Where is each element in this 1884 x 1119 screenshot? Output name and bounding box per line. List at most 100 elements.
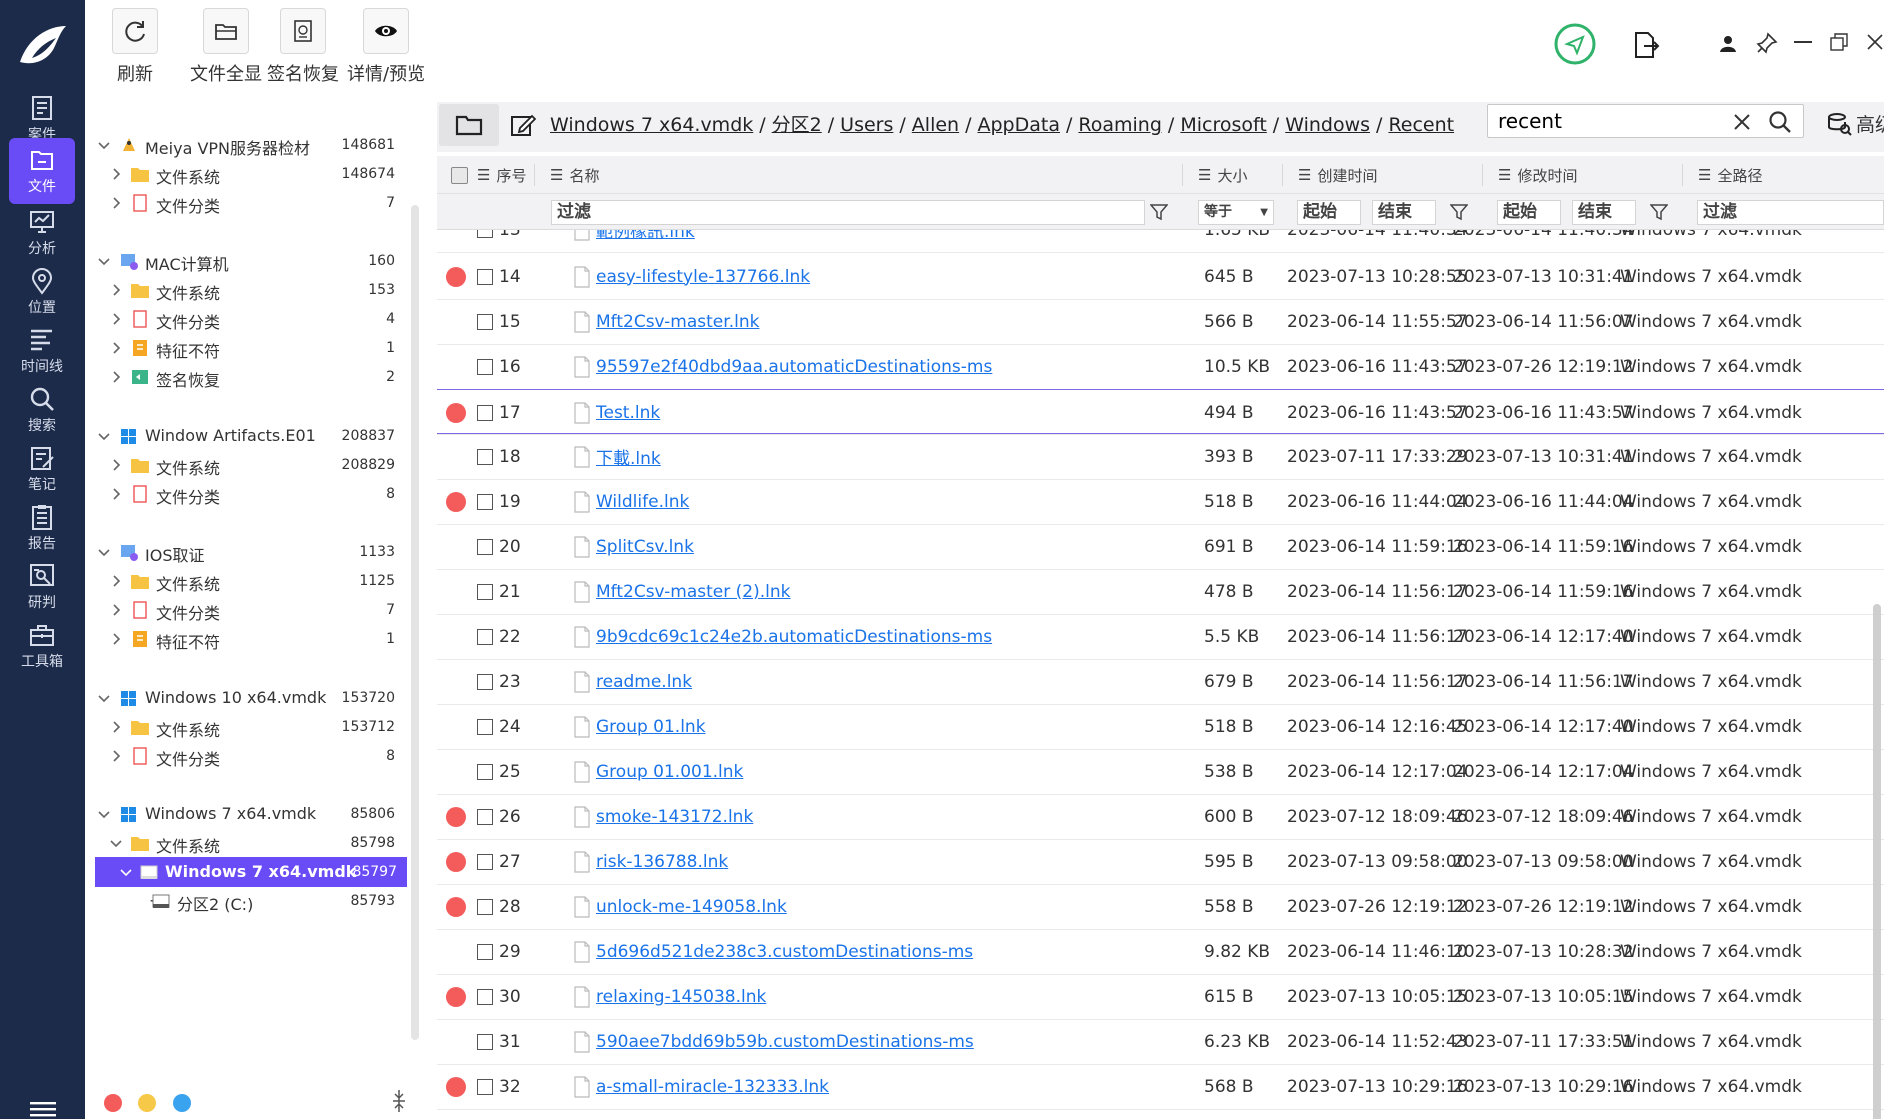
table-row[interactable]: 15 Mft2Csv-master.lnk 566 B 2023-06-14 11:5… bbox=[437, 299, 1884, 344]
minimize-icon[interactable] bbox=[1794, 40, 1812, 44]
file-name-link[interactable]: Group 01.lnk bbox=[596, 704, 706, 749]
tree-node[interactable]: 文件分类 4 bbox=[95, 304, 405, 334]
table-row[interactable]: 25 Group 01.001.lnk 538 B 2023-06-14 12:17:… bbox=[437, 749, 1884, 794]
row-checkbox[interactable] bbox=[477, 629, 493, 645]
tree-node[interactable]: 文件系统 1125 bbox=[95, 566, 405, 596]
table-row[interactable]: 17 Test.lnk 494 B 2023-06-16 11:43:57 2023-0… bbox=[437, 389, 1884, 434]
table-row[interactable]: 23 readme.lnk 679 B 2023-06-14 11:56:17 2023… bbox=[437, 659, 1884, 704]
file-name-link[interactable]: Wildlife.lnk bbox=[596, 479, 689, 524]
detail-preview-button[interactable]: 详情/预览 bbox=[347, 8, 425, 86]
file-name-link[interactable]: Mft2Csv-master.lnk bbox=[596, 299, 759, 344]
chevron-right-icon[interactable] bbox=[109, 283, 123, 297]
nav-item-location[interactable]: 位置 bbox=[9, 259, 75, 325]
tree-node[interactable]: Windows 7 x64.vmdk 85797 bbox=[95, 857, 407, 887]
chevron-down-icon[interactable] bbox=[109, 836, 123, 850]
row-checkbox[interactable] bbox=[477, 539, 493, 555]
row-checkbox[interactable] bbox=[477, 809, 493, 825]
chevron-right-icon[interactable] bbox=[109, 341, 123, 355]
filter-icon[interactable] bbox=[1650, 203, 1668, 221]
table-row[interactable]: 30 relaxing-145038.lnk 615 B 2023-07-13 10:… bbox=[437, 974, 1884, 1019]
row-checkbox[interactable] bbox=[477, 269, 493, 285]
red-tag-icon[interactable] bbox=[446, 807, 466, 827]
file-name-link[interactable]: 下載.lnk bbox=[596, 434, 661, 479]
tree-node[interactable]: 特征不符 1 bbox=[95, 333, 405, 363]
location-send-icon[interactable] bbox=[1553, 22, 1597, 66]
size-operator-select[interactable]: 等于 ▼ bbox=[1198, 200, 1274, 225]
nav-item-search[interactable]: 搜索 bbox=[9, 377, 75, 443]
table-row[interactable]: 16 95597e2f40dbd9aa.automaticDestinations… bbox=[437, 344, 1884, 389]
table-row[interactable]: 13 範例橡訊.lnk 1.65 KB 2023-06-14 11:40:342023… bbox=[437, 230, 1884, 252]
tree-node[interactable]: 签名恢复 2 bbox=[95, 362, 405, 392]
row-checkbox[interactable] bbox=[477, 584, 493, 600]
name-filter-input[interactable]: 过滤 bbox=[551, 200, 1145, 225]
table-row[interactable]: 19 Wildlife.lnk 518 B 2023-06-16 11:44:04 20… bbox=[437, 479, 1884, 524]
tree-node[interactable]: Windows 7 x64.vmdk 85806 bbox=[95, 799, 405, 829]
clear-icon[interactable] bbox=[1732, 112, 1752, 132]
chevron-down-icon[interactable] bbox=[97, 807, 111, 821]
chevron-down-icon[interactable] bbox=[97, 138, 111, 152]
table-row[interactable]: 20 SplitCsv.lnk 691 B 2023-06-14 11:59:16 20… bbox=[437, 524, 1884, 569]
created-end-input[interactable]: 结束 bbox=[1372, 200, 1436, 225]
red-tag-icon[interactable] bbox=[446, 897, 466, 917]
red-tag-icon[interactable] bbox=[446, 492, 466, 512]
header-index[interactable]: ☰ 序号 bbox=[477, 156, 526, 194]
file-name-link[interactable]: smoke-143172.lnk bbox=[596, 794, 753, 839]
chevron-down-icon[interactable] bbox=[119, 865, 133, 879]
edit-path-icon[interactable] bbox=[510, 112, 536, 138]
modified-start-input[interactable]: 起始 bbox=[1497, 200, 1561, 225]
file-name-link[interactable]: SplitCsv.lnk bbox=[596, 524, 694, 569]
tree-scrollbar[interactable] bbox=[411, 205, 419, 1040]
created-start-input[interactable]: 起始 bbox=[1297, 200, 1361, 225]
header-modified[interactable]: ☰ 修改时间 bbox=[1498, 156, 1577, 194]
folder-view-button[interactable] bbox=[439, 104, 499, 146]
row-checkbox[interactable] bbox=[477, 989, 493, 1005]
breadcrumb-item[interactable]: Windows 7 x64.vmdk bbox=[550, 114, 753, 136]
column-divider[interactable] bbox=[1482, 164, 1483, 186]
breadcrumb-item[interactable]: AppData bbox=[978, 114, 1061, 136]
breadcrumb-item[interactable]: Roaming bbox=[1078, 114, 1162, 136]
select-all-checkbox[interactable] bbox=[451, 156, 468, 194]
table-row[interactable]: 22 9b9cdc69c1c24e2b.automaticDestinations… bbox=[437, 614, 1884, 659]
chevron-down-icon[interactable] bbox=[97, 254, 111, 268]
column-divider[interactable] bbox=[534, 164, 535, 186]
tree-node[interactable]: IOS取证 1133 bbox=[95, 537, 405, 567]
filter-icon[interactable] bbox=[1450, 203, 1468, 221]
file-name-link[interactable]: Group 01.001.lnk bbox=[596, 749, 743, 794]
chevron-down-icon[interactable] bbox=[97, 429, 111, 443]
tree-node[interactable]: +分区2 (C:)85793 bbox=[95, 886, 405, 916]
tree-node[interactable]: 特征不符 1 bbox=[95, 624, 405, 654]
blue-dot-icon[interactable] bbox=[173, 1094, 191, 1112]
tree-node[interactable]: 文件分类 7 bbox=[95, 188, 405, 218]
table-row[interactable]: 32 a-small-miracle-132333.lnk 568 B 2023-07… bbox=[437, 1064, 1884, 1109]
breadcrumb-item[interactable]: Microsoft bbox=[1180, 114, 1266, 136]
nav-item-toolbox[interactable]: 工具箱 bbox=[9, 613, 75, 679]
row-checkbox[interactable] bbox=[477, 1034, 493, 1050]
tree-node[interactable]: 文件分类 7 bbox=[95, 595, 405, 625]
breadcrumb-item[interactable]: 分区2 bbox=[772, 114, 822, 136]
chevron-right-icon[interactable] bbox=[109, 720, 123, 734]
red-tag-icon[interactable] bbox=[446, 852, 466, 872]
row-checkbox[interactable] bbox=[477, 314, 493, 330]
nav-item-report[interactable]: 报告 bbox=[9, 495, 75, 561]
file-name-link[interactable]: unlock-me-149058.lnk bbox=[596, 884, 787, 929]
chevron-right-icon[interactable] bbox=[109, 312, 123, 326]
table-row[interactable]: 24 Group 01.lnk 518 B 2023-06-14 12:16:45 20… bbox=[437, 704, 1884, 749]
file-name-link[interactable]: risk-136788.lnk bbox=[596, 839, 728, 884]
nav-item-analysis[interactable]: 分析 bbox=[9, 200, 75, 266]
file-name-link[interactable]: 9b9cdc69c1c24e2b.automaticDestinations-m… bbox=[596, 614, 992, 659]
tree-node[interactable]: 文件系统 153712 bbox=[95, 712, 405, 742]
file-name-link[interactable]: a-small-miracle-132333.lnk bbox=[596, 1064, 829, 1109]
show-all-files-button[interactable]: 文件全显 bbox=[190, 8, 262, 86]
tree-node[interactable]: MAC计算机 160 bbox=[95, 246, 405, 276]
chevron-down-icon[interactable] bbox=[97, 691, 111, 705]
chevron-right-icon[interactable] bbox=[109, 632, 123, 646]
chevron-right-icon[interactable] bbox=[109, 196, 123, 210]
nav-item-judgement[interactable]: 研判 bbox=[9, 554, 75, 620]
file-name-link[interactable]: easy-lifestyle-137766.lnk bbox=[596, 254, 810, 299]
file-name-link[interactable]: 範例橡訊.lnk bbox=[596, 230, 695, 252]
collapse-icon[interactable] bbox=[389, 1088, 409, 1114]
file-name-link[interactable]: 95597e2f40dbd9aa.automaticDestinations-m… bbox=[596, 344, 992, 389]
tree-node[interactable]: 文件分类 8 bbox=[95, 741, 405, 771]
row-checkbox[interactable] bbox=[477, 230, 493, 238]
row-checkbox[interactable] bbox=[477, 494, 493, 510]
